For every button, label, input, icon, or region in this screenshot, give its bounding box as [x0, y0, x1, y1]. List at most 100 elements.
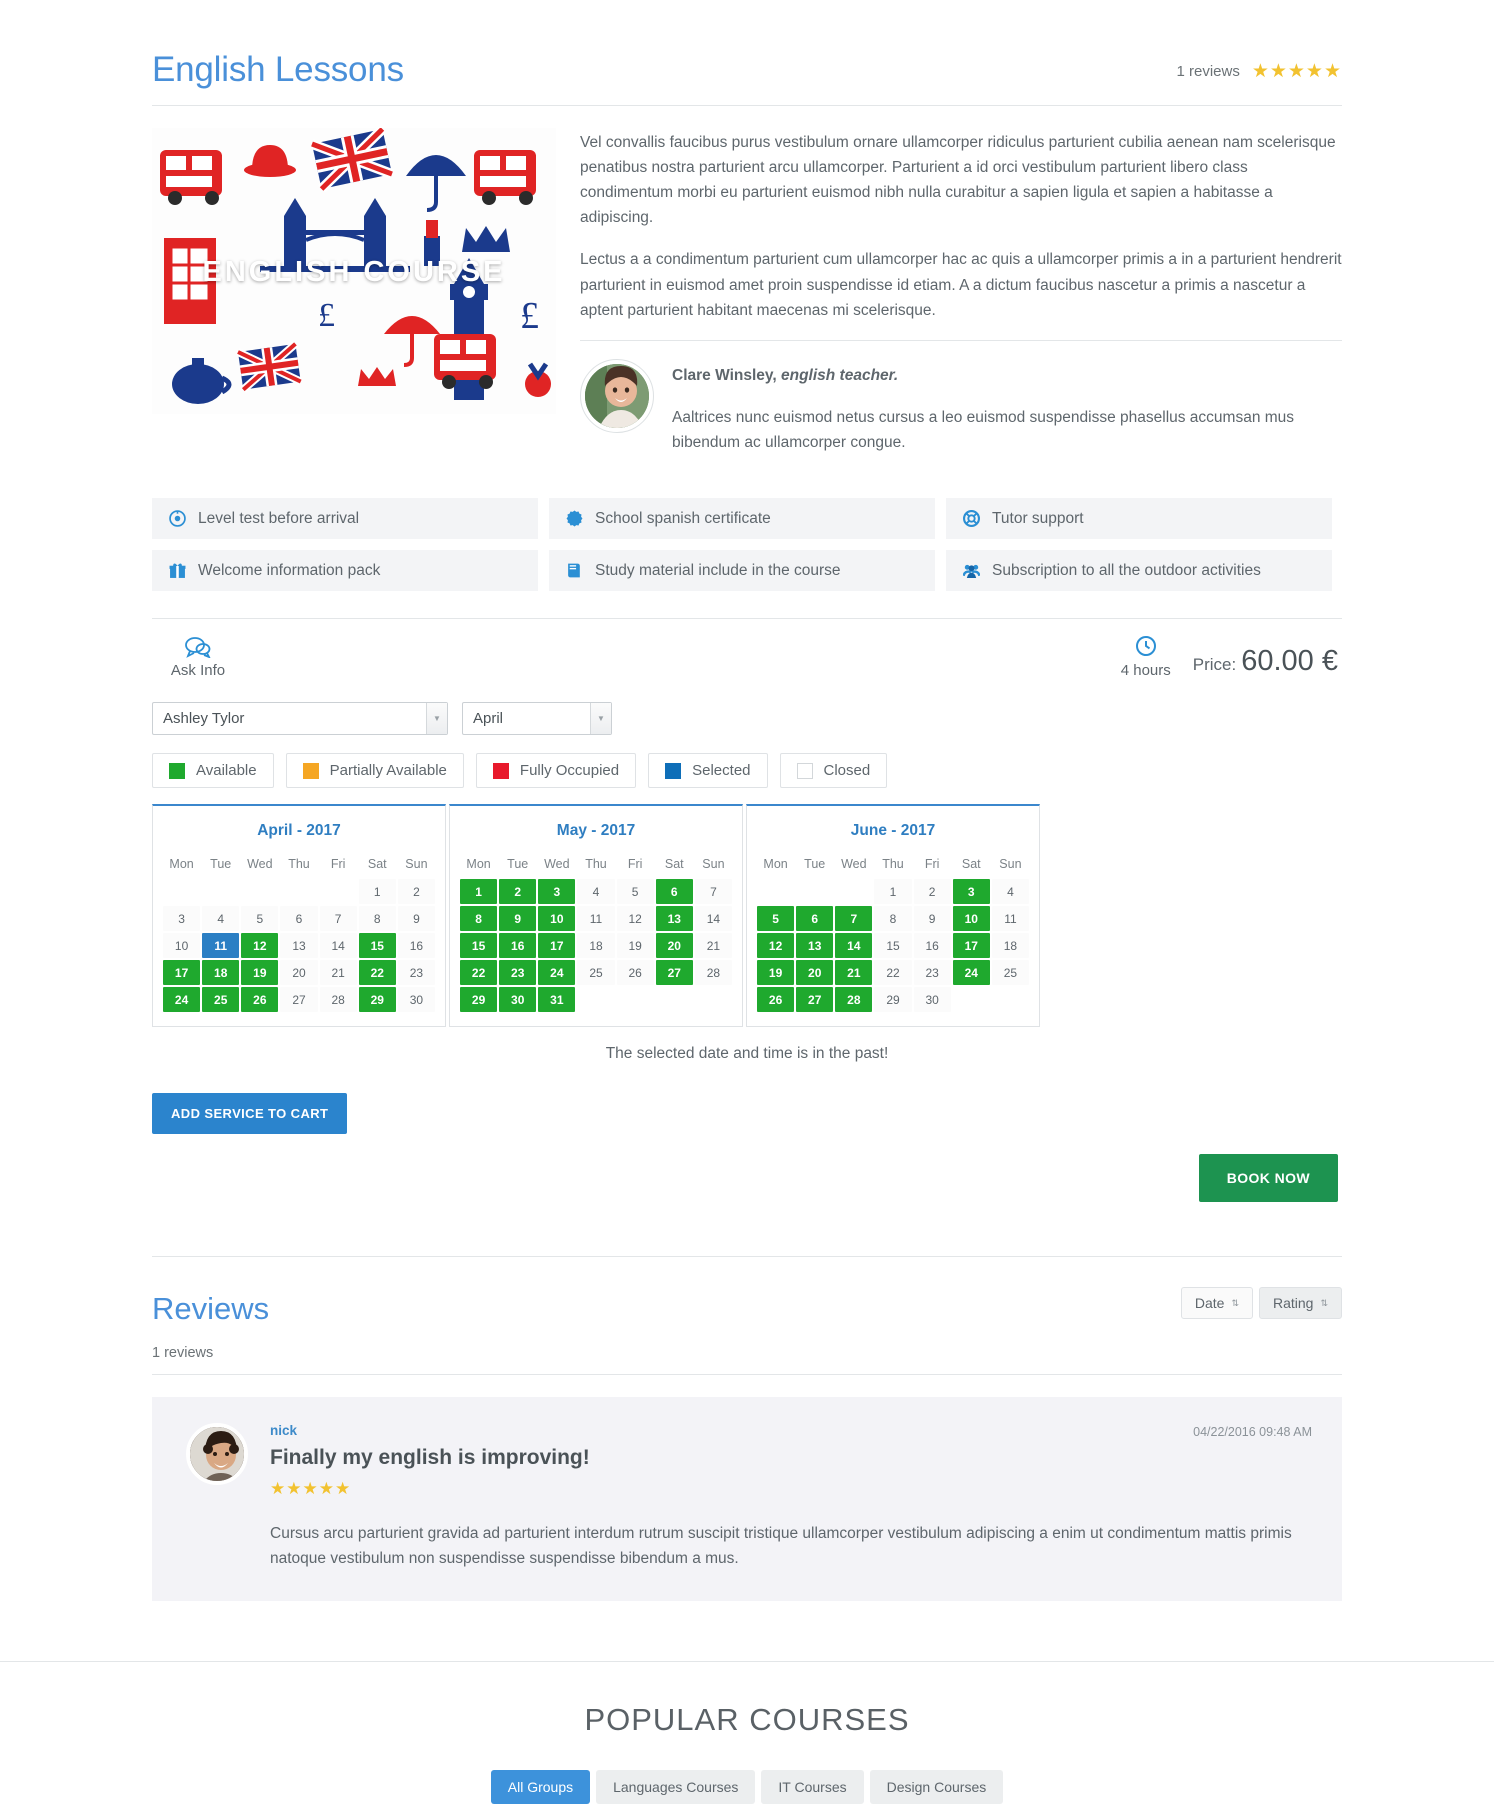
calendar-day[interactable]: 27 [796, 987, 834, 1013]
calendar-day[interactable]: 12 [241, 933, 279, 959]
calendar-day[interactable]: 1 [460, 879, 498, 905]
popular-course-tab[interactable]: Languages Courses [596, 1770, 756, 1804]
calendar-day[interactable]: 12 [616, 906, 654, 932]
calendar-day[interactable]: 30 [397, 987, 435, 1013]
calendar-day[interactable]: 13 [280, 933, 318, 959]
review-author[interactable]: nick [270, 1423, 1312, 1438]
calendar-day[interactable]: 2 [913, 879, 951, 905]
calendar-day[interactable]: 20 [655, 933, 693, 959]
month-select[interactable]: April ▼ [462, 702, 612, 736]
calendar-day[interactable]: 18 [202, 960, 240, 986]
calendar-day[interactable]: 21 [835, 960, 873, 986]
calendar-day[interactable]: 25 [202, 987, 240, 1013]
calendar-day[interactable]: 8 [874, 906, 912, 932]
popular-course-tab[interactable]: Design Courses [869, 1770, 1004, 1804]
calendar-day[interactable]: 24 [163, 987, 201, 1013]
calendar-day[interactable]: 20 [796, 960, 834, 986]
calendar-day[interactable]: 7 [694, 879, 732, 905]
calendar-day[interactable]: 18 [991, 933, 1029, 959]
calendar-day[interactable]: 26 [757, 987, 795, 1013]
calendar-day[interactable]: 21 [319, 960, 357, 986]
calendar-day[interactable]: 4 [202, 906, 240, 932]
calendar-day[interactable]: 8 [460, 906, 498, 932]
calendar-day[interactable]: 4 [991, 879, 1029, 905]
calendar-day[interactable]: 25 [991, 960, 1029, 986]
ask-info-button[interactable]: Ask Info [152, 636, 244, 680]
calendar-day[interactable]: 16 [499, 933, 537, 959]
calendar-day[interactable]: 2 [499, 879, 537, 905]
calendar-day[interactable]: 16 [913, 933, 951, 959]
calendar-day[interactable]: 6 [280, 906, 318, 932]
calendar-day[interactable]: 9 [499, 906, 537, 932]
sort-by-rating-button[interactable]: Rating ⇅ [1258, 1287, 1342, 1320]
calendar-day[interactable]: 12 [757, 933, 795, 959]
calendar-day[interactable]: 14 [694, 906, 732, 932]
calendar-day[interactable]: 13 [655, 906, 693, 932]
calendar-day[interactable]: 10 [538, 906, 576, 932]
calendar-day[interactable]: 28 [319, 987, 357, 1013]
calendar-day[interactable]: 30 [913, 987, 951, 1013]
calendar-day[interactable]: 29 [874, 987, 912, 1013]
calendar-day[interactable]: 6 [655, 879, 693, 905]
calendar-day[interactable]: 22 [460, 960, 498, 986]
calendar-day[interactable]: 1 [874, 879, 912, 905]
teacher-select[interactable]: Ashley Tylor ▼ [152, 702, 448, 736]
calendar-day[interactable]: 22 [358, 960, 396, 986]
calendar-day[interactable]: 2 [397, 879, 435, 905]
calendar-day[interactable]: 3 [163, 906, 201, 932]
calendar-day[interactable]: 23 [499, 960, 537, 986]
calendar-day[interactable]: 15 [358, 933, 396, 959]
calendar-day[interactable]: 3 [952, 879, 990, 905]
calendar-day[interactable]: 19 [241, 960, 279, 986]
calendar-day[interactable]: 9 [913, 906, 951, 932]
calendar-day[interactable]: 14 [319, 933, 357, 959]
calendar-day[interactable]: 25 [577, 960, 615, 986]
sort-by-date-button[interactable]: Date ⇅ [1180, 1287, 1253, 1320]
calendar-day[interactable]: 24 [538, 960, 576, 986]
add-service-to-cart-button[interactable]: ADD SERVICE TO CART [152, 1093, 348, 1135]
calendar-day[interactable]: 10 [163, 933, 201, 959]
calendar-day[interactable]: 22 [874, 960, 912, 986]
calendar-day[interactable]: 19 [757, 960, 795, 986]
calendar-day[interactable]: 19 [616, 933, 654, 959]
calendar-day[interactable]: 11 [202, 933, 240, 959]
calendar-day[interactable]: 5 [616, 879, 654, 905]
calendar-day[interactable]: 8 [358, 906, 396, 932]
calendar-day[interactable]: 28 [835, 987, 873, 1013]
calendar-day[interactable]: 14 [835, 933, 873, 959]
calendar-day[interactable]: 5 [757, 906, 795, 932]
calendar-day[interactable]: 9 [397, 906, 435, 932]
calendar-day[interactable]: 28 [694, 960, 732, 986]
calendar-day[interactable]: 11 [991, 906, 1029, 932]
calendar-day[interactable]: 31 [538, 987, 576, 1013]
calendar-day[interactable]: 29 [460, 987, 498, 1013]
calendar-day[interactable]: 5 [241, 906, 279, 932]
calendar-day[interactable]: 15 [874, 933, 912, 959]
calendar-day[interactable]: 29 [358, 987, 396, 1013]
calendar-day[interactable]: 24 [952, 960, 990, 986]
calendar-day[interactable]: 16 [397, 933, 435, 959]
calendar-day[interactable]: 10 [952, 906, 990, 932]
calendar-day[interactable]: 7 [319, 906, 357, 932]
calendar-day[interactable]: 27 [280, 987, 318, 1013]
calendar-day[interactable]: 11 [577, 906, 615, 932]
calendar-day[interactable]: 23 [397, 960, 435, 986]
calendar-day[interactable]: 20 [280, 960, 318, 986]
popular-course-tab[interactable]: All Groups [490, 1770, 591, 1804]
calendar-day[interactable]: 23 [913, 960, 951, 986]
calendar-day[interactable]: 17 [163, 960, 201, 986]
popular-course-tab[interactable]: IT Courses [761, 1770, 864, 1804]
calendar-day[interactable]: 7 [835, 906, 873, 932]
calendar-day[interactable]: 30 [499, 987, 537, 1013]
calendar-day[interactable]: 17 [952, 933, 990, 959]
calendar-day[interactable]: 26 [616, 960, 654, 986]
calendar-day[interactable]: 21 [694, 933, 732, 959]
calendar-day[interactable]: 18 [577, 933, 615, 959]
calendar-day[interactable]: 27 [655, 960, 693, 986]
calendar-day[interactable]: 13 [796, 933, 834, 959]
calendar-day[interactable]: 15 [460, 933, 498, 959]
calendar-day[interactable]: 26 [241, 987, 279, 1013]
calendar-day[interactable]: 1 [358, 879, 396, 905]
book-now-button[interactable]: BOOK NOW [1198, 1154, 1338, 1203]
calendar-day[interactable]: 6 [796, 906, 834, 932]
